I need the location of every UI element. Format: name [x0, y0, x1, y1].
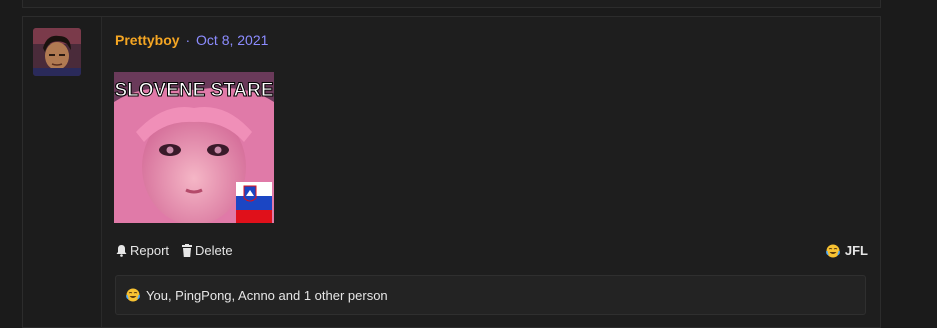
author-name[interactable]: Prettyboy — [115, 32, 180, 48]
crying-laughing-icon — [826, 244, 840, 257]
user-column — [23, 17, 102, 327]
user-avatar[interactable] — [33, 28, 81, 76]
trash-icon — [182, 244, 193, 257]
reactions-summary-text: You, PingPong, Acnno and 1 other person — [146, 287, 388, 303]
slovenia-flag-icon — [236, 182, 272, 223]
post-actions: Report Delete — [115, 243, 233, 258]
bell-icon — [116, 245, 127, 257]
delete-label: Delete — [195, 243, 233, 258]
crying-laughing-icon — [126, 288, 140, 302]
reactions-summary[interactable]: You, PingPong, Acnno and 1 other person — [115, 275, 866, 315]
delete-button[interactable]: Delete — [181, 243, 233, 258]
forum-post: Prettyboy · Oct 8, 2021 SLOVENE STARE Re… — [22, 16, 881, 328]
reaction-label: JFL — [844, 243, 868, 258]
header-separator: · — [185, 32, 191, 48]
previous-post-edge — [22, 0, 881, 8]
reaction-button[interactable]: JFL — [826, 243, 868, 258]
post-date[interactable]: Oct 8, 2021 — [196, 32, 268, 48]
report-button[interactable]: Report — [115, 243, 169, 258]
post-header: Prettyboy · Oct 8, 2021 — [115, 32, 268, 48]
meme-image[interactable]: SLOVENE STARE — [114, 72, 274, 225]
report-label: Report — [130, 243, 170, 258]
meme-caption: SLOVENE STARE — [114, 80, 273, 101]
